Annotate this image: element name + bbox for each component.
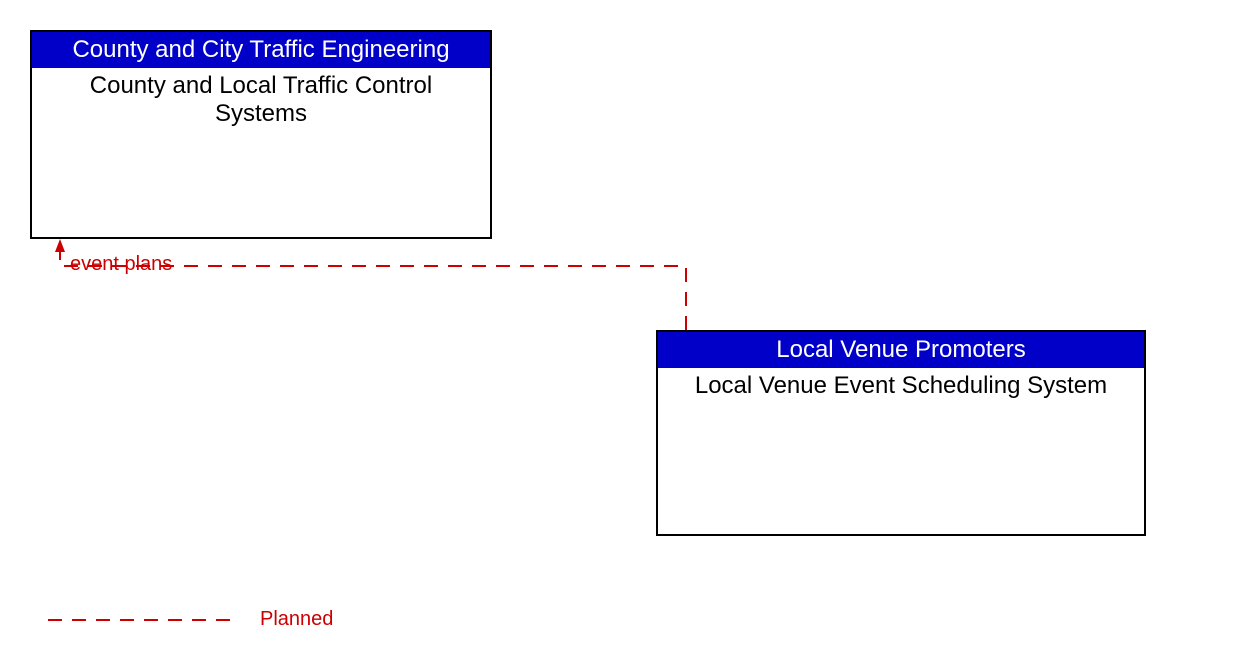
legend-label-planned: Planned [260, 608, 333, 631]
entity-body-county-traffic: County and Local Traffic Control Systems [32, 68, 490, 127]
entity-body-local-venue: Local Venue Event Scheduling System [658, 368, 1144, 400]
entity-header-county-traffic: County and City Traffic Engineering [32, 32, 490, 68]
entity-box-county-traffic: County and City Traffic Engineering Coun… [30, 30, 492, 239]
entity-box-local-venue: Local Venue Promoters Local Venue Event … [656, 330, 1146, 536]
entity-header-local-venue: Local Venue Promoters [658, 332, 1144, 368]
flow-label-event-plans: event plans [70, 253, 172, 276]
